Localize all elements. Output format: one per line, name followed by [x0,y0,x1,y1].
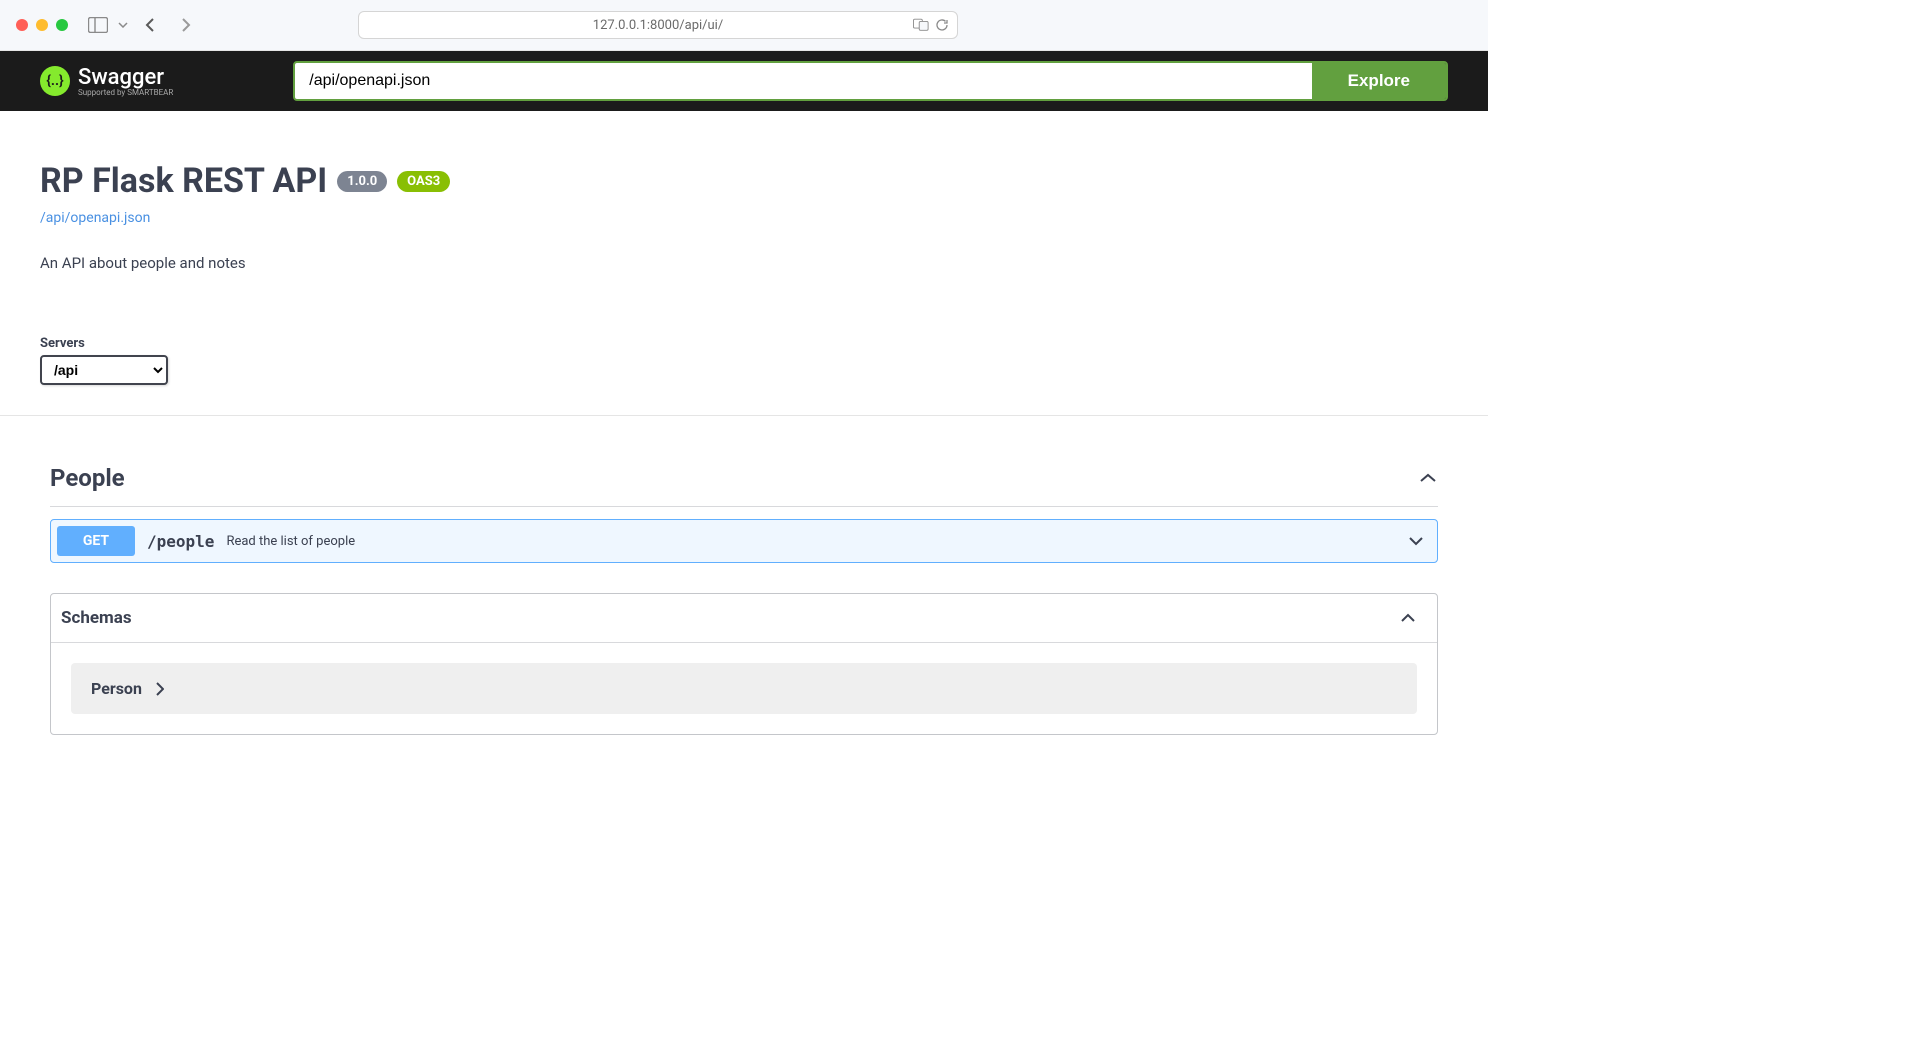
reload-icon[interactable] [935,18,949,32]
tag-section-people: People GET /people Read the list of peop… [50,456,1438,563]
close-window-button[interactable] [16,19,28,31]
tag-name: People [50,464,125,492]
swagger-logo-text: Swagger [78,65,164,90]
maximize-window-button[interactable] [56,19,68,31]
schemas-section: Schemas Person [50,593,1438,735]
explore-button[interactable]: Explore [1312,63,1446,99]
url-bar[interactable]: 127.0.0.1:8000/api/ui/ [358,11,958,39]
section-divider [0,415,1488,416]
tag-header[interactable]: People [50,456,1438,507]
back-button[interactable] [136,11,164,39]
chevron-up-icon [1418,472,1438,484]
swagger-logo[interactable]: {..} Swagger Supported by SMARTBEAR [40,65,173,97]
operation-summary: Read the list of people [226,534,355,549]
browser-chrome: 127.0.0.1:8000/api/ui/ [0,0,1488,51]
operation-path: /people [147,532,214,551]
window-controls [16,19,68,31]
spec-url-wrap: Explore [293,61,1448,101]
api-description: An API about people and notes [40,254,1448,272]
operation-get-people[interactable]: GET /people Read the list of people [50,519,1438,563]
method-badge: GET [57,526,135,556]
schema-name: Person [91,679,142,698]
url-text: 127.0.0.1:8000/api/ui/ [593,18,723,33]
servers-select[interactable]: /api [40,355,168,385]
servers-label: Servers [40,336,1448,351]
translate-icon[interactable] [913,18,929,32]
chevron-up-icon [1399,612,1417,624]
forward-button[interactable] [172,11,200,39]
api-title: RP Flask REST API [40,161,327,201]
spec-url-input[interactable] [295,63,1311,99]
chevron-right-icon [156,682,164,696]
schemas-header[interactable]: Schemas [51,594,1437,643]
oas-badge: OAS3 [397,171,450,192]
version-badge: 1.0.0 [337,171,387,192]
swagger-topbar: {..} Swagger Supported by SMARTBEAR Expl… [0,51,1488,111]
schemas-title: Schemas [61,608,132,628]
swagger-logo-icon: {..} [40,66,70,96]
chevron-down-icon[interactable] [118,22,128,28]
sidebar-toggle-icon[interactable] [88,17,108,33]
swagger-logo-subtext: Supported by SMARTBEAR [78,88,173,97]
chevron-down-icon [1407,535,1425,547]
spec-link[interactable]: /api/openapi.json [40,210,150,226]
swagger-content: RP Flask REST API 1.0.0 OAS3 /api/openap… [0,111,1488,735]
schema-item-person[interactable]: Person [71,663,1417,714]
minimize-window-button[interactable] [36,19,48,31]
